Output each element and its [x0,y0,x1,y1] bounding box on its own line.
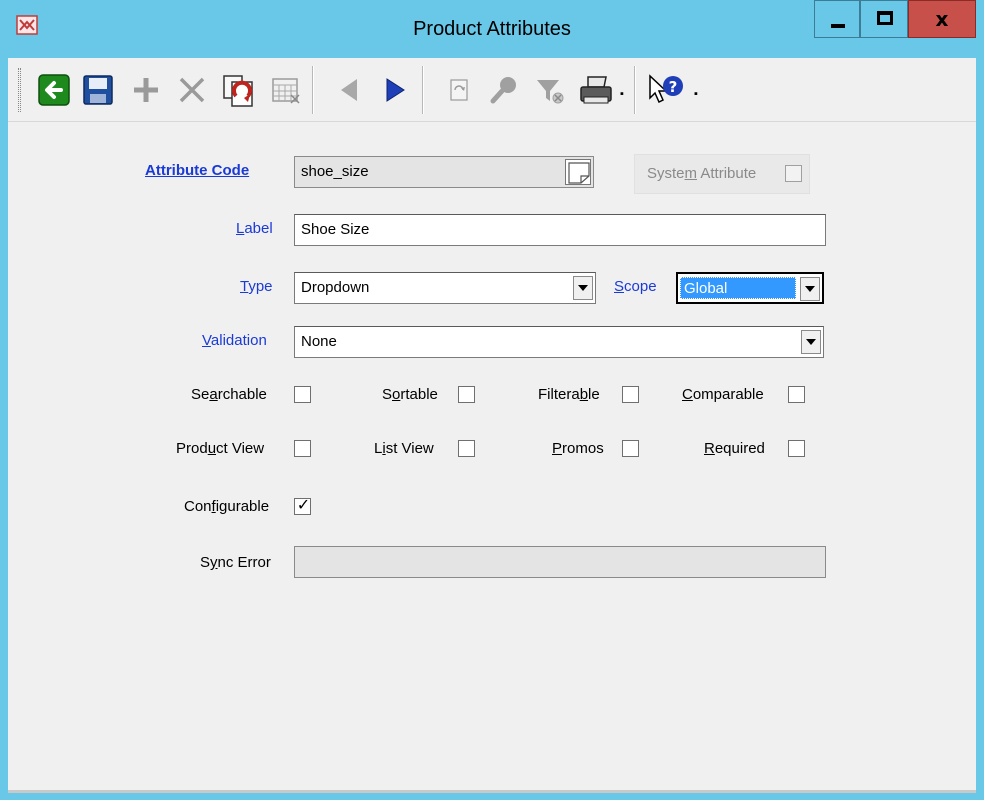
configurable-label: Configurable [184,498,270,515]
copy-document-icon [223,75,253,107]
maximize-button[interactable] [860,0,908,38]
next-button[interactable] [374,70,414,110]
toolbar-separator [634,66,636,114]
attribute-code-field[interactable]: shoe_size [294,156,594,188]
searchable-label: Searchable [191,386,267,403]
required-label: Required [704,440,765,457]
status-divider [8,790,976,793]
sync-error-label: Sync Error [200,554,271,571]
sortable-label: Sortable [382,386,438,403]
label-input[interactable]: Shoe Size [294,214,826,246]
checkmark-icon: ✓ [296,495,311,514]
comparable-label: Comparable [682,386,764,403]
funnel-icon [537,80,564,104]
list-view-checkbox[interactable] [458,440,475,457]
refresh-button[interactable] [438,70,478,110]
scope-dropdown-button[interactable] [800,277,820,301]
chevron-down-icon [578,285,588,291]
plus-icon [134,78,158,102]
delete-button[interactable] [172,70,212,110]
type-select[interactable]: Dropdown [294,272,596,304]
type-dropdown-button[interactable] [573,276,593,300]
comparable-checkbox[interactable] [788,386,805,403]
sync-error-field[interactable] [294,546,826,578]
copy-button[interactable] [218,70,258,110]
type-label: Type [240,278,273,295]
magnifier-icon [490,77,516,104]
product-attributes-window: Product Attributes x ▪ ? ▪ Attribute Cod… [0,0,984,800]
filterable-label: Filterable [538,386,600,403]
maximize-icon [877,11,893,25]
save-button[interactable] [78,70,118,110]
back-arrow-icon [38,74,70,106]
calendar-button[interactable] [266,70,306,110]
floppy-disk-icon [83,75,113,105]
sortable-checkbox[interactable] [458,386,475,403]
scope-select[interactable]: Global [676,272,824,304]
promos-label: Promos [552,440,604,457]
add-button[interactable] [126,70,166,110]
system-attribute-label: System Attribute [647,165,757,182]
filterable-checkbox[interactable] [622,386,639,403]
system-attribute-panel: System Attribute [634,154,810,194]
toolbar: ▪ ? ▪ [8,58,976,122]
close-icon: x [935,7,949,31]
list-view-label: List View [374,440,434,457]
validation-select[interactable]: None [294,326,824,358]
toolbar-separator [312,66,314,114]
help-dropdown-icon[interactable]: ▪ [694,88,698,100]
product-view-label: Product View [176,440,265,457]
print-button[interactable] [576,70,616,110]
triangle-left-icon [341,79,357,101]
minimize-button[interactable] [814,0,860,38]
product-view-checkbox[interactable] [294,440,311,457]
promos-checkbox[interactable] [622,440,639,457]
triangle-right-icon [386,78,405,102]
attribute-code-label: Attribute Code [145,162,250,179]
close-button[interactable]: x [908,0,976,38]
minimize-icon [831,24,845,28]
validation-dropdown-button[interactable] [801,330,821,354]
chevron-down-icon [806,339,816,345]
filter-button[interactable] [530,70,570,110]
title-bar[interactable]: Product Attributes x [0,0,984,56]
searchable-checkbox[interactable] [294,386,311,403]
previous-button[interactable] [330,70,370,110]
x-icon [179,77,205,103]
system-attribute-checkbox[interactable] [785,165,802,182]
scope-label: Scope [614,278,657,295]
chevron-down-icon [805,286,815,292]
validation-label: Validation [202,332,267,349]
scope-selected-value: Global [680,277,796,299]
help-button[interactable]: ? [646,70,686,110]
printer-icon [580,76,612,104]
print-dropdown-icon[interactable]: ▪ [620,88,624,100]
help-pointer-icon: ? [649,74,683,104]
toolbar-grip[interactable] [18,68,21,112]
configurable-checkbox[interactable]: ✓ [294,495,311,515]
attribute-form: Attribute Code shoe_size System Attribut… [8,122,976,790]
svg-text:?: ? [669,78,678,96]
required-checkbox[interactable] [788,440,805,457]
refresh-document-icon [450,79,468,101]
note-icon[interactable] [565,159,591,185]
calendar-grid-icon [272,78,300,104]
toolbar-separator [422,66,424,114]
find-button[interactable] [484,70,524,110]
back-button[interactable] [34,70,74,110]
label-field-label: Label [236,220,273,237]
